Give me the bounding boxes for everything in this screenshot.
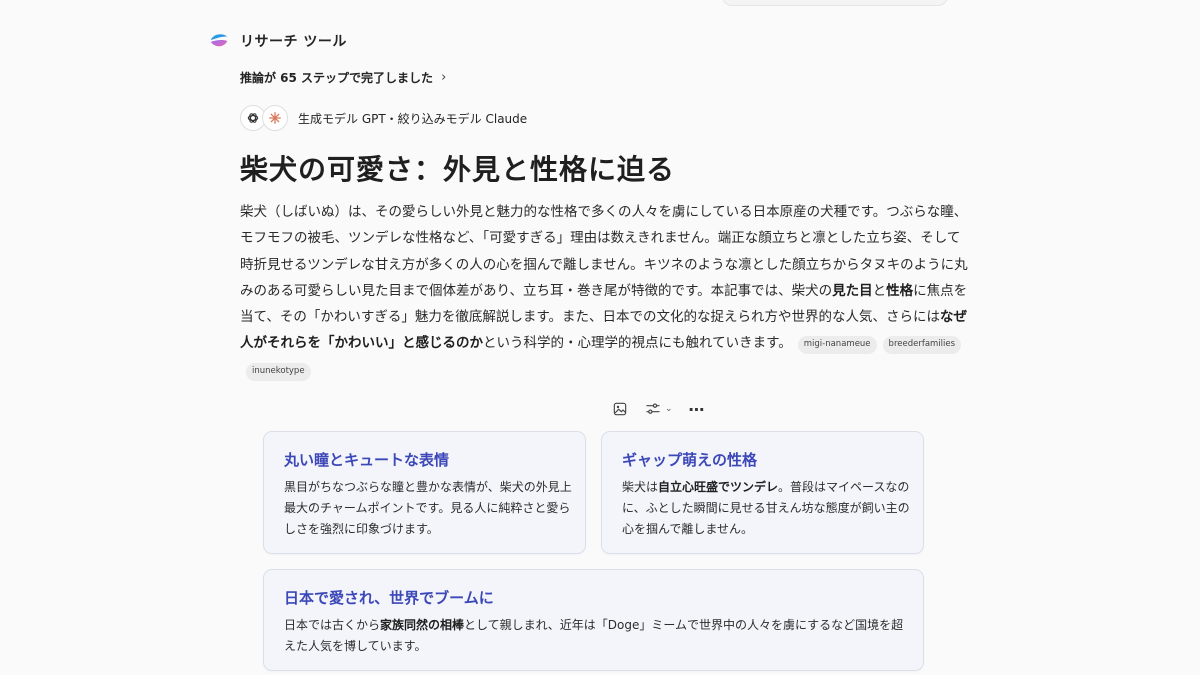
body-text-4: という科学的・心理学的視点にも触れていきます。 [483, 335, 792, 352]
response-actions: ⌄ ⋯ [612, 399, 721, 419]
card-text: 黒目がちなつぶらな瞳と豊かな表情が、柴犬の外見上最大のチャームポイントです。見る… [284, 480, 572, 536]
reasoning-steps-text: 推論が 65 ステップで完了しました [240, 70, 434, 85]
models-label: 生成モデル GPT・絞り込みモデル Claude [298, 111, 528, 126]
card-text-part: 柴犬は [622, 480, 659, 494]
feature-card-personality: ギャップ萌えの性格 柴犬は自立心旺盛でツンデレ。普段はマイペースなのに、ふとした… [601, 431, 924, 554]
card-text-part: 日本では古くから [284, 618, 381, 632]
card-title: 日本で愛され、世界でブームに [284, 589, 494, 607]
claude-icon-glyph [269, 112, 281, 124]
body-bold-2: 性格 [886, 282, 914, 299]
chevron-down-icon: ⌄ [665, 404, 673, 414]
image-button[interactable] [612, 400, 628, 418]
image-icon [613, 402, 627, 416]
adjust-button[interactable]: ⌄ [644, 400, 673, 418]
model-icons [240, 105, 288, 131]
card-text: 柴犬は自立心旺盛でツンデレ。普段はマイペースなのに、ふとした瞬間に見せる甘えん坊… [622, 477, 912, 540]
model-info: 生成モデル GPT・絞り込みモデル Claude [240, 104, 527, 132]
card-text-bold: 自立心旺盛でツンデレ [658, 480, 779, 494]
card-title: ギャップ萌えの性格 [622, 451, 758, 469]
more-horizontal-icon: ⋯ [688, 399, 705, 419]
source-chip[interactable]: migi-nanameue [797, 336, 877, 355]
body-text-2: と [872, 282, 887, 299]
tool-header: リサーチ ツール [208, 30, 347, 52]
top-input-edge [722, 0, 948, 6]
card-title: 丸い瞳とキュートな表情 [284, 451, 450, 469]
chevron-right-icon: › [441, 69, 447, 85]
feature-card-popularity: 日本で愛され、世界でブームに 日本では古くから家族同然の相棒として親しまれ、近年… [263, 569, 924, 671]
claude-icon [262, 105, 288, 131]
reasoning-steps-toggle[interactable]: 推論が 65 ステップで完了しました › [240, 68, 446, 86]
feature-card-cute-eyes: 丸い瞳とキュートな表情 黒目がちなつぶらな瞳と豊かな表情が、柴犬の外見上最大のチ… [263, 431, 586, 554]
article-body: 柴犬（しばいぬ）は、その愛らしい外見と魅力的な性格で多くの人々を虜にしている日本… [240, 199, 968, 383]
source-chip[interactable]: inunekotype [246, 362, 311, 381]
more-options-button[interactable]: ⋯ [688, 399, 705, 419]
article-title: 柴犬の可愛さ：外見と性格に迫る [240, 153, 676, 186]
source-chip[interactable]: breederfamilies [882, 336, 962, 355]
copilot-logo-icon [210, 34, 228, 47]
openai-icon-glyph [247, 113, 259, 123]
card-text-bold: 家族同然の相棒 [380, 618, 465, 632]
card-text: 日本では古くから家族同然の相棒として親しまれ、近年は「Doge」ミームで世界中の… [284, 615, 914, 657]
tool-title: リサーチ ツール [240, 34, 347, 50]
sliders-icon [646, 403, 660, 414]
body-bold-1: 見た目 [832, 282, 873, 299]
